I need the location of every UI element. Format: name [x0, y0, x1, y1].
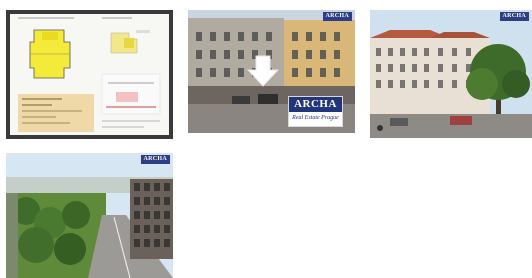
brand-badge: ARCHA	[499, 12, 529, 21]
gallery-thumbnail-street[interactable]: ARCHA	[370, 10, 532, 138]
brand-logo: ARCHA Real Estate Prague	[288, 96, 343, 127]
brand-name: ARCHA	[289, 97, 342, 112]
brand-badge: ARCHA	[140, 155, 170, 164]
gallery-thumbnail-aerial[interactable]: ARCHA	[6, 153, 173, 278]
street-image	[370, 10, 532, 138]
gallery-thumbnail-floorplan[interactable]	[6, 10, 173, 139]
gallery-thumbnail-facade[interactable]: ARCHA ARCHA Real Estate Prague	[188, 10, 355, 133]
brand-tagline: Real Estate Prague	[292, 115, 339, 121]
floorplan-image	[10, 14, 169, 135]
aerial-image	[6, 153, 173, 278]
brand-badge: ARCHA	[322, 12, 352, 21]
